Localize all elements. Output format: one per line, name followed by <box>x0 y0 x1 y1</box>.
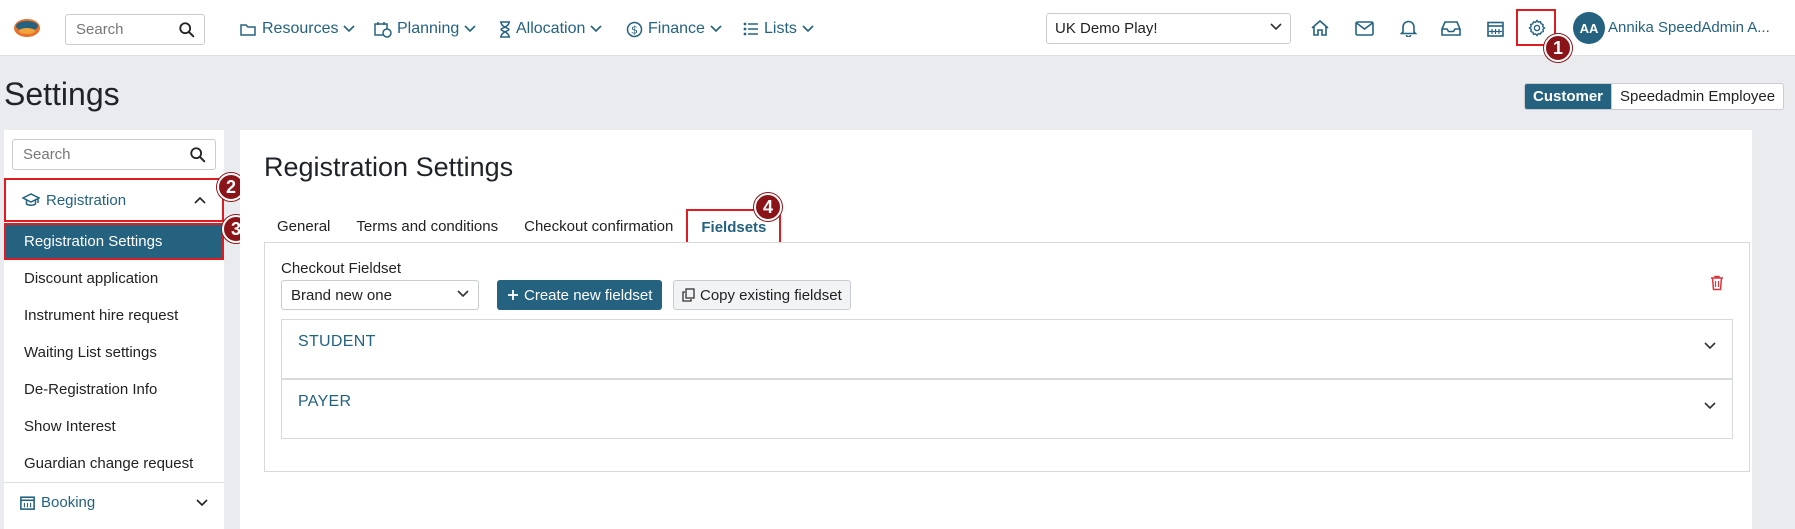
sidebar-item-label: Waiting List settings <box>24 344 157 361</box>
sidebar-item-waiting-list-settings[interactable]: Waiting List settings <box>4 334 224 371</box>
mail-icon <box>1354 20 1374 36</box>
organization-select[interactable]: UK Demo Play! <box>1046 13 1291 44</box>
top-navigation-bar: Resources Planning Allocation $ Finance <box>0 0 1795 56</box>
nav-resources[interactable]: Resources <box>240 18 356 40</box>
inbox-button[interactable] <box>1440 17 1462 39</box>
page-title: Settings <box>4 76 120 112</box>
user-avatar[interactable]: AA <box>1573 12 1605 44</box>
copy-icon <box>682 288 695 302</box>
chevron-down-icon <box>1270 23 1282 31</box>
chevron-down-icon <box>710 25 722 33</box>
graduation-cap-icon <box>22 193 40 206</box>
sidebar-item-registration-settings[interactable]: Registration Settings <box>4 223 224 260</box>
checkout-fieldset-label: Checkout Fieldset <box>281 260 402 277</box>
inbox-icon <box>1441 21 1461 36</box>
trash-icon <box>1711 275 1723 291</box>
chevron-down-icon <box>802 25 814 33</box>
tab-terms-and-conditions[interactable]: Terms and conditions <box>343 209 511 243</box>
sidebar-group-registration-label: Registration <box>46 191 127 209</box>
settings-sidebar: Registration Registration Settings Disco… <box>4 130 224 529</box>
sidebar-search-input[interactable] <box>21 140 183 169</box>
nav-finance[interactable]: $ Finance <box>626 18 722 40</box>
hourglass-icon <box>500 20 510 38</box>
sidebar-item-label: Guardian change request <box>24 455 194 472</box>
nav-allocation-label: Allocation <box>516 20 586 37</box>
role-customer-button[interactable]: Customer <box>1525 84 1612 109</box>
step-badge-1: 1 <box>1544 34 1572 62</box>
section-title: Registration Settings <box>264 152 514 182</box>
sidebar-item-label: Instrument hire request <box>24 307 179 324</box>
folder-icon <box>240 23 256 36</box>
settings-button[interactable] <box>1526 17 1548 39</box>
top-search-box[interactable] <box>65 14 205 45</box>
copy-existing-fieldset-label: Copy existing fieldset <box>700 286 842 304</box>
copy-existing-fieldset-button[interactable]: Copy existing fieldset <box>673 280 851 310</box>
calendar-icon <box>20 496 35 510</box>
nav-planning[interactable]: Planning <box>374 18 476 40</box>
calendar-clock-icon <box>374 21 392 38</box>
chevron-down-icon <box>196 499 208 507</box>
sidebar-item-discount-application[interactable]: Discount application <box>4 260 224 297</box>
sidebar-item-label: De-Registration Info <box>24 381 158 398</box>
user-name[interactable]: Annika SpeedAdmin A... <box>1608 19 1783 36</box>
fieldset-section-title: STUDENT <box>298 333 376 350</box>
nav-planning-label: Planning <box>397 20 460 37</box>
chevron-down-icon <box>457 290 469 298</box>
sidebar-item-label: Registration Settings <box>24 233 163 250</box>
checkout-fieldset-value: Brand new one <box>291 286 392 304</box>
chevron-down-icon <box>343 25 356 33</box>
sidebar-group-booking[interactable]: Booking <box>4 482 224 522</box>
fieldset-section-title: PAYER <box>298 393 352 410</box>
checkout-fieldset-select[interactable]: Brand new one <box>281 280 479 310</box>
chevron-down-icon[interactable] <box>1704 402 1716 410</box>
role-toggle[interactable]: Customer Speedadmin Employee <box>1524 83 1785 110</box>
sidebar-item-label: Show Interest <box>24 418 116 435</box>
chevron-down-icon <box>464 25 476 33</box>
chevron-down-icon <box>590 25 602 33</box>
sidebar-item-instrument-hire-request[interactable]: Instrument hire request <box>4 297 224 334</box>
list-icon <box>743 22 758 36</box>
create-new-fieldset-button[interactable]: Create new fieldset <box>497 280 663 310</box>
search-icon[interactable] <box>189 146 207 164</box>
step-badge-4: 4 <box>754 193 782 221</box>
gear-icon <box>1528 19 1546 37</box>
tab-checkout-confirmation[interactable]: Checkout confirmation <box>511 209 686 243</box>
organization-select-value: UK Demo Play! <box>1055 20 1158 37</box>
nav-allocation[interactable]: Allocation <box>499 18 602 40</box>
sidebar-item-guardian-change-request[interactable]: Guardian change request <box>4 445 224 482</box>
sidebar-item-show-interest[interactable]: Show Interest <box>4 408 224 445</box>
settings-tabs: General Terms and conditions Checkout co… <box>264 209 782 243</box>
delete-fieldset-button[interactable] <box>1710 275 1726 293</box>
fieldset-section-payer[interactable]: PAYER <box>281 379 1733 439</box>
sidebar-group-registration[interactable]: Registration <box>4 178 224 222</box>
bell-icon <box>1399 20 1417 37</box>
sidebar-group-booking-label: Booking <box>41 494 96 511</box>
search-icon[interactable] <box>178 21 196 39</box>
sidebar-item-label: Discount application <box>24 270 159 287</box>
nav-lists-label: Lists <box>764 20 797 37</box>
notifications-button[interactable] <box>1397 17 1419 39</box>
role-employee-button[interactable]: Speedadmin Employee <box>1611 84 1783 109</box>
messages-button[interactable] <box>1353 17 1375 39</box>
create-new-fieldset-label: Create new fieldset <box>524 286 653 304</box>
plus-icon <box>508 290 518 300</box>
nav-lists[interactable]: Lists <box>743 18 814 40</box>
dollar-circle-icon: $ <box>626 21 643 37</box>
home-button[interactable] <box>1309 17 1331 39</box>
home-icon <box>1311 19 1329 36</box>
top-search-input[interactable] <box>74 15 172 44</box>
calendar-icon <box>1486 21 1504 37</box>
app-logo[interactable] <box>12 17 42 39</box>
chevron-down-icon[interactable] <box>1704 342 1716 350</box>
sidebar-search-box[interactable] <box>12 139 216 170</box>
tab-general[interactable]: General <box>264 209 343 243</box>
sidebar-item-de-registration-info[interactable]: De-Registration Info <box>4 371 224 408</box>
chevron-up-icon <box>194 196 206 204</box>
nav-resources-label: Resources <box>262 20 339 37</box>
nav-finance-label: Finance <box>648 20 705 37</box>
calendar-button[interactable] <box>1484 17 1506 39</box>
fieldset-section-student[interactable]: STUDENT <box>281 319 1733 379</box>
svg-text:$: $ <box>631 23 638 36</box>
